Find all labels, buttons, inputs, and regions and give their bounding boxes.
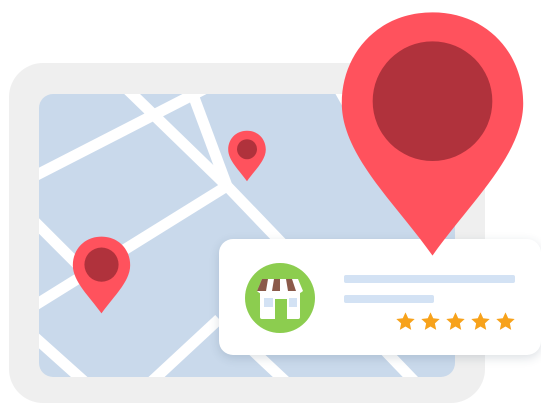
map-review-illustration (0, 0, 541, 403)
review-title-placeholder (344, 275, 515, 283)
location-pin-icon (336, 8, 529, 260)
star-rating (395, 311, 516, 332)
store-icon (245, 263, 315, 333)
review-subtitle-placeholder (344, 295, 434, 303)
star-icon (496, 312, 515, 330)
star-icon (396, 312, 415, 330)
location-pin-icon (71, 235, 132, 315)
star-icon (421, 312, 440, 330)
star-icon (471, 312, 490, 330)
star-icon (446, 312, 465, 330)
location-pin-icon (227, 130, 267, 182)
